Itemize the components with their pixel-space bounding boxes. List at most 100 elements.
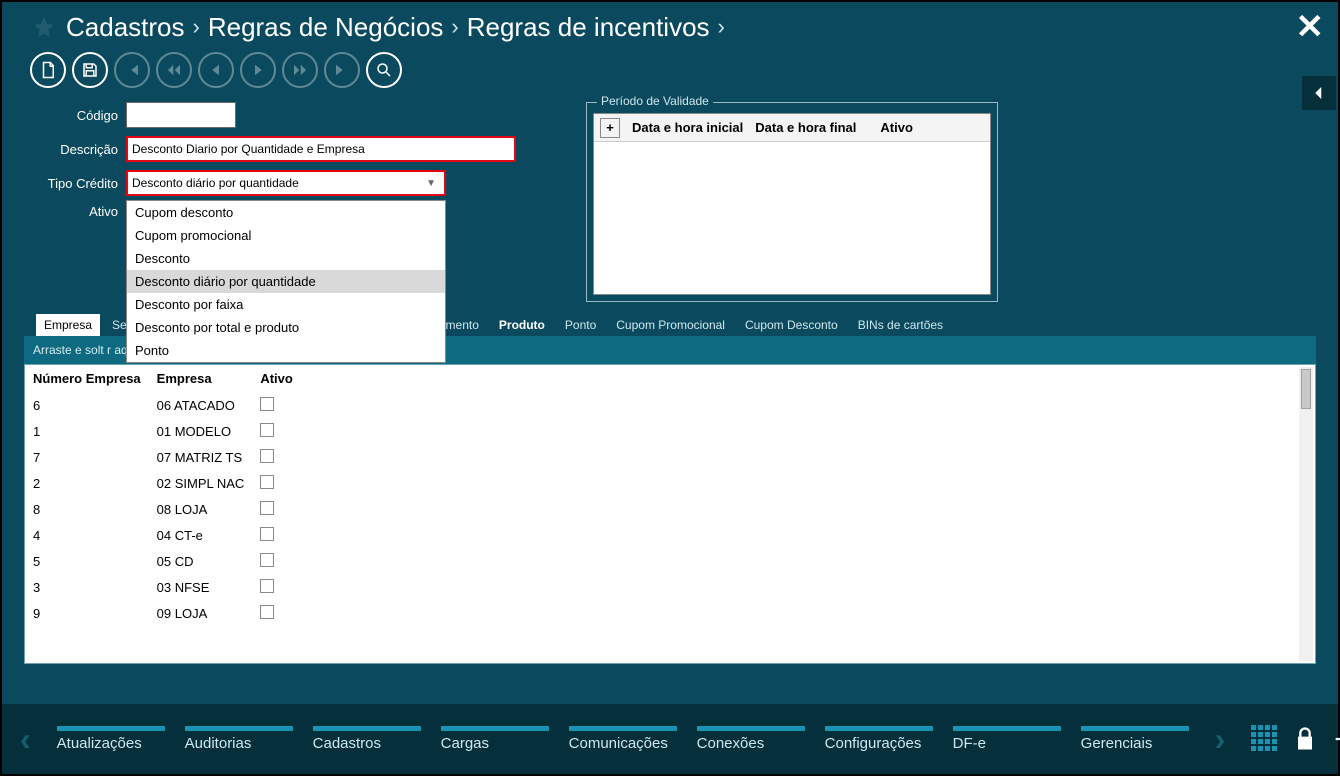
tipo-credito-option[interactable]: Desconto diário por quantidade [127,270,445,293]
tab-5[interactable]: Produto [491,314,553,336]
ativo-checkbox[interactable] [260,527,274,541]
tipo-credito-option[interactable]: Ponto [127,339,445,362]
breadcrumb-item-1[interactable]: Regras de Negócios [208,12,444,43]
nav-scroll-right[interactable]: › [1211,721,1230,758]
cell-empresa: 07 MATRIZ TS [149,445,253,471]
nav-item-auditorias[interactable]: Auditorias [185,726,293,752]
descricao-input[interactable] [126,136,516,162]
nav-item-gerenciais[interactable]: Gerenciais [1081,726,1189,752]
tipo-credito-label: Tipo Crédito [32,176,122,191]
periodo-validade-fieldset: Período de Validade + Data e hora inicia… [586,102,998,302]
descricao-label: Descrição [32,142,122,157]
cell-empresa: 04 CT-e [149,523,253,549]
cell-numero: 6 [25,393,149,419]
table-row[interactable]: 707 MATRIZ TS [25,445,301,471]
ativo-checkbox[interactable] [260,579,274,593]
cell-numero: 5 [25,549,149,575]
breadcrumb: Cadastros › Regras de Negócios › Regras … [32,12,727,43]
save-button[interactable] [72,52,108,88]
tipo-credito-value: Desconto diário por quantidade [132,176,299,190]
codigo-input[interactable] [126,102,236,128]
table-row[interactable]: 202 SIMPL NAC [25,471,301,497]
tipo-credito-option[interactable]: Cupom promocional [127,224,445,247]
add-periodo-button[interactable]: + [600,118,620,138]
table-row[interactable]: 404 CT-e [25,523,301,549]
ativo-checkbox[interactable] [260,501,274,515]
cell-empresa: 08 LOJA [149,497,253,523]
breadcrumb-item-0[interactable]: Cadastros [66,12,185,43]
tipo-credito-select[interactable]: Desconto diário por quantidade ▼ [126,170,446,196]
breadcrumb-item-2[interactable]: Regras de incentivos [467,12,710,43]
tab-7[interactable]: Cupom Promocional [608,314,733,336]
cell-empresa: 09 LOJA [149,601,253,627]
record-toolbar [2,44,1338,88]
chevron-right-icon: › [716,14,727,40]
periodo-table: + Data e hora inicial Data e hora final … [593,113,991,295]
close-icon[interactable]: ✕ [1296,10,1325,44]
table-row[interactable]: 909 LOJA [25,601,301,627]
tab-9[interactable]: BINs de cartões [850,314,951,336]
ativo-label: Ativo [32,204,122,219]
chevron-down-icon: ▼ [426,178,440,189]
grid-header[interactable]: Ativo [252,365,301,393]
next-record-button [240,52,276,88]
periodo-col-inicio: Data e hora inicial [626,120,749,135]
lock-icon[interactable] [1291,725,1319,753]
periodo-legend: Período de Validade [597,94,713,108]
periodo-col-fim: Data e hora final [749,120,862,135]
table-row[interactable]: 303 NFSE [25,575,301,601]
grid-header[interactable]: Empresa [149,365,253,393]
cell-numero: 7 [25,445,149,471]
ativo-checkbox[interactable] [260,449,274,463]
cell-numero: 3 [25,575,149,601]
tipo-credito-option[interactable]: Desconto [127,247,445,270]
tipo-credito-dropdown[interactable]: Cupom descontoCupom promocionalDescontoD… [126,200,446,363]
favorite-star-icon[interactable] [32,15,56,39]
cell-empresa: 01 MODELO [149,419,253,445]
new-record-button[interactable] [30,52,66,88]
nav-item-cadastros[interactable]: Cadastros [313,726,421,752]
ativo-checkbox[interactable] [260,397,274,411]
tab-6[interactable]: Ponto [557,314,604,336]
first-record-button [114,52,150,88]
table-row[interactable]: 101 MODELO [25,419,301,445]
apps-grid-icon[interactable] [1251,725,1279,753]
nav-item-comunicações[interactable]: Comunicações [569,726,677,752]
cell-empresa: 02 SIMPL NAC [149,471,253,497]
ativo-checkbox[interactable] [260,423,274,437]
ativo-checkbox[interactable] [260,553,274,567]
grid-header[interactable]: Número Empresa [25,365,149,393]
cell-numero: 2 [25,471,149,497]
record-form: Código Descrição Tipo Crédito Desconto d… [32,102,516,219]
table-row[interactable]: 606 ATACADO [25,393,301,419]
tipo-credito-option[interactable]: Cupom desconto [127,201,445,224]
codigo-label: Código [32,108,122,123]
tipo-credito-option[interactable]: Desconto por faixa [127,293,445,316]
nav-scroll-left[interactable]: ‹ [16,721,35,758]
nav-item-cargas[interactable]: Cargas [441,726,549,752]
tab-8[interactable]: Cupom Desconto [737,314,846,336]
search-button[interactable] [366,52,402,88]
last-record-button [324,52,360,88]
tab-0[interactable]: Empresa [36,314,100,336]
cell-empresa: 06 ATACADO [149,393,253,419]
cell-empresa: 03 NFSE [149,575,253,601]
nav-item-conexões[interactable]: Conexões [697,726,805,752]
scrollbar-thumb[interactable] [1301,369,1311,409]
grid-scrollbar[interactable] [1299,367,1313,661]
cell-numero: 8 [25,497,149,523]
table-row[interactable]: 505 CD [25,549,301,575]
arrow-right-icon[interactable] [1331,725,1340,753]
empresa-grid[interactable]: Número EmpresaEmpresaAtivo606 ATACADO101… [24,364,1316,664]
cell-numero: 9 [25,601,149,627]
ativo-checkbox[interactable] [260,605,274,619]
table-row[interactable]: 808 LOJA [25,497,301,523]
tipo-credito-option[interactable]: Desconto por total e produto [127,316,445,339]
nav-item-atualizações[interactable]: Atualizações [57,726,165,752]
ativo-checkbox[interactable] [260,475,274,489]
nav-item-df-e[interactable]: DF-e [953,726,1061,752]
collapse-panel-button[interactable] [1302,76,1336,110]
nav-item-configurações[interactable]: Configurações [825,726,933,752]
periodo-col-ativo: Ativo [874,120,919,135]
chevron-right-icon: › [449,14,460,40]
